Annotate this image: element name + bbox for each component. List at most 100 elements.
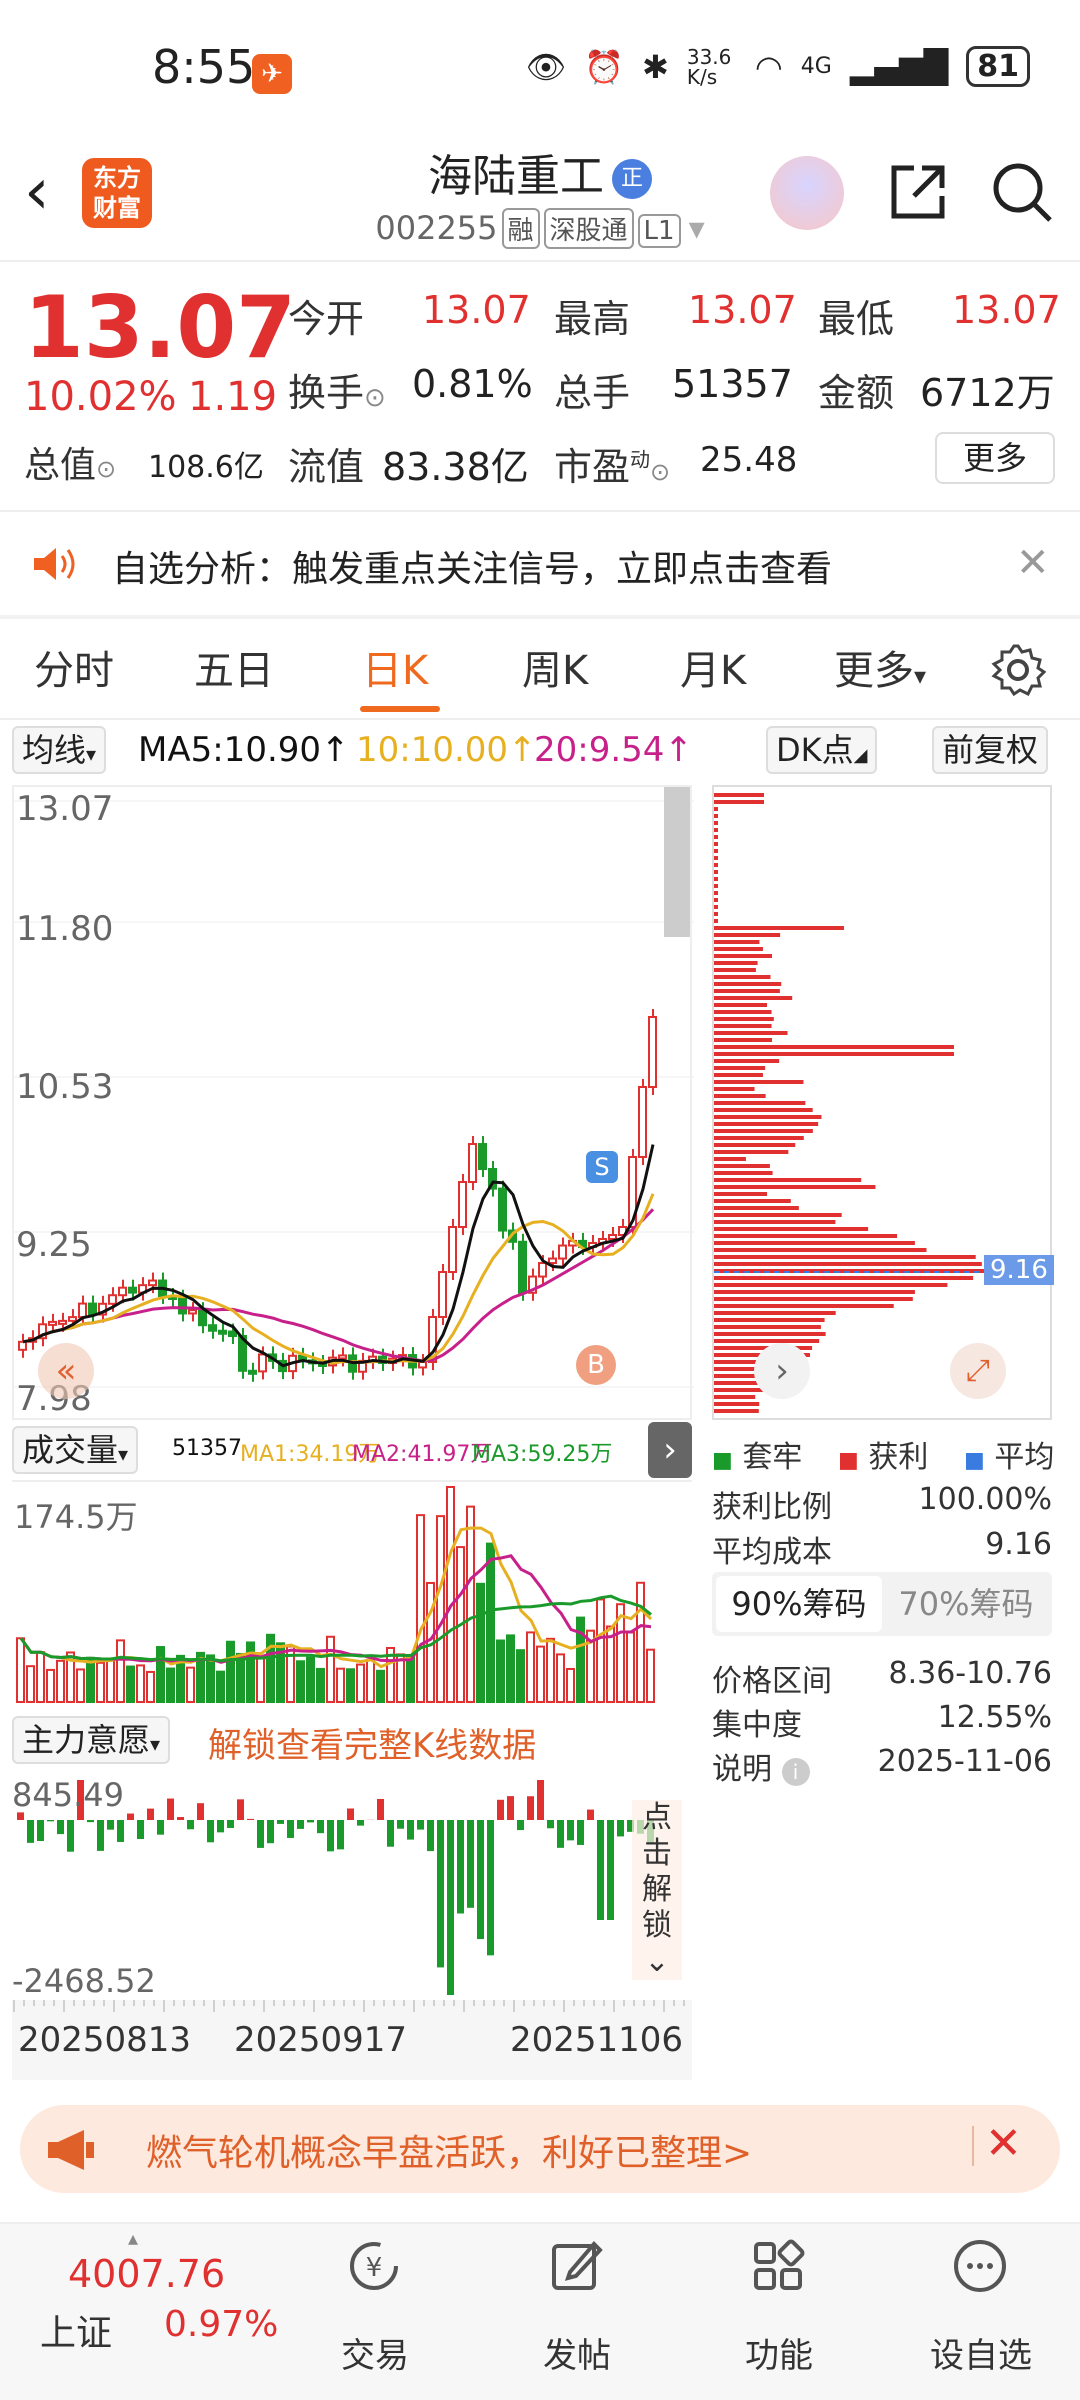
post-edit-icon[interactable] bbox=[546, 2236, 606, 2296]
avg-cost-tag: 9.16 bbox=[984, 1255, 1054, 1285]
adjust-button[interactable]: 前复权 bbox=[932, 726, 1049, 774]
tab-fenshi[interactable]: 分时 bbox=[34, 638, 114, 696]
profile-bar bbox=[714, 1255, 976, 1259]
settings-gear-icon[interactable] bbox=[990, 642, 1046, 698]
tab-chip-90[interactable]: 90%筹码 bbox=[716, 1576, 882, 1632]
signal-icon: ▂▄▆█ bbox=[849, 47, 949, 86]
tab-rik[interactable]: 日K bbox=[362, 638, 428, 696]
zhuli-bar bbox=[167, 1798, 174, 1820]
float-cap-label: 流值 bbox=[288, 445, 365, 489]
price-range-value: 8.36-10.76 bbox=[888, 1656, 1052, 1691]
profile-bar bbox=[714, 1409, 759, 1413]
banner-text[interactable]: 燃气轮机概念早盘活跃，利好已整理> bbox=[146, 2124, 752, 2176]
share-icon[interactable] bbox=[886, 160, 950, 224]
profile-bar bbox=[714, 828, 718, 832]
tab-wuri[interactable]: 五日 bbox=[194, 638, 274, 696]
volume-bar bbox=[86, 1656, 95, 1704]
robot-assistant-icon[interactable] bbox=[770, 156, 844, 230]
nav-function[interactable]: 功能 bbox=[714, 2328, 844, 2377]
price-range-label: 价格区间 bbox=[712, 1664, 832, 1699]
profile-bar bbox=[714, 856, 718, 860]
profile-bar bbox=[714, 1122, 819, 1126]
profile-bar bbox=[714, 1192, 768, 1196]
volume-bar bbox=[506, 1634, 515, 1703]
volume-bar bbox=[226, 1640, 235, 1704]
profile-bar bbox=[714, 947, 763, 951]
turnover-value: 0.81% bbox=[412, 362, 533, 406]
profile-bar bbox=[714, 968, 756, 972]
chevron-right-icon[interactable]: › bbox=[754, 1343, 810, 1399]
nav-post[interactable]: 发帖 bbox=[512, 2328, 642, 2377]
scrollbar-thumb[interactable] bbox=[664, 787, 690, 937]
alert-text[interactable]: 自选分析：触发重点关注信号，立即点击查看 bbox=[112, 540, 832, 592]
volume-bar bbox=[496, 1639, 505, 1703]
volume-select[interactable]: 成交量▾ bbox=[12, 1426, 139, 1474]
close-icon[interactable]: ✕ bbox=[985, 2118, 1022, 2169]
cost-profile-chart[interactable]: 9.16 › ⤢ bbox=[712, 785, 1054, 1420]
tab-more[interactable]: 更多▾ bbox=[834, 638, 926, 696]
unlock-button[interactable]: 点击解锁 ⌄ bbox=[632, 1800, 682, 1980]
buy-signal-badge[interactable]: B bbox=[576, 1345, 616, 1385]
volume-bar bbox=[446, 1486, 455, 1703]
scroll-left-icon[interactable]: « bbox=[38, 1343, 94, 1399]
nav-trade[interactable]: 交易 bbox=[310, 2328, 440, 2377]
profile-bar bbox=[714, 849, 718, 853]
unlock-kline-link[interactable]: 解锁查看完整K线数据 bbox=[208, 1718, 536, 1767]
volume-bar bbox=[326, 1635, 335, 1704]
candle-body bbox=[178, 1296, 187, 1315]
profile-bar bbox=[714, 1052, 954, 1056]
grid-function-icon[interactable] bbox=[748, 2236, 808, 2296]
dk-point-button[interactable]: DK点◢ bbox=[766, 726, 878, 774]
volume-bar bbox=[566, 1667, 575, 1703]
profile-bar bbox=[714, 940, 760, 944]
tab-chip-70[interactable]: 70%筹码 bbox=[884, 1576, 1048, 1632]
expand-panel-arrow[interactable]: › bbox=[648, 1422, 692, 1478]
tab-yuek[interactable]: 月K bbox=[680, 638, 746, 696]
profile-bar bbox=[714, 1129, 813, 1133]
chevron-down-icon: ▾ bbox=[86, 742, 97, 766]
volume-bar bbox=[236, 1652, 245, 1703]
close-icon[interactable]: ✕ bbox=[1016, 540, 1050, 586]
chevron-up-icon[interactable]: ▴ bbox=[128, 2226, 138, 2250]
zhuli-select[interactable]: 主力意愿▾ bbox=[12, 1716, 171, 1764]
zhuli-bar bbox=[337, 1820, 344, 1850]
index-value[interactable]: 4007.76 bbox=[68, 2252, 225, 2296]
legend-pingjun: ■ 平均 bbox=[964, 1440, 1055, 1475]
concentration-value: 12.55% bbox=[937, 1700, 1052, 1735]
zhuli-bar bbox=[257, 1820, 264, 1848]
nav-watchlist[interactable]: 设自选 bbox=[916, 2328, 1046, 2377]
zhuli-bar bbox=[507, 1796, 514, 1820]
volume-bar bbox=[36, 1651, 45, 1703]
profile-bar bbox=[714, 1164, 770, 1168]
more-button[interactable]: 更多 bbox=[935, 432, 1055, 484]
kline-svg bbox=[14, 800, 694, 1388]
info-icon: ⊙ bbox=[650, 458, 671, 486]
sell-signal-badge[interactable]: S bbox=[586, 1151, 618, 1183]
y-label-2: 11.80 bbox=[16, 909, 114, 949]
index-pct[interactable]: 0.97% bbox=[164, 2304, 278, 2345]
zhuli-bar bbox=[47, 1820, 54, 1822]
profile-bar bbox=[714, 1325, 821, 1329]
index-name[interactable]: 上证 bbox=[40, 2304, 112, 2356]
zhuli-bar bbox=[447, 1820, 454, 1995]
search-icon[interactable] bbox=[990, 160, 1054, 224]
add-watchlist-icon[interactable] bbox=[950, 2236, 1010, 2296]
status-icons: 👁 ⏰ ✱ 33.6 K/s ◠ 4G ▂▄▆█ 81 bbox=[526, 46, 1030, 87]
avg-cost-value: 9.16 bbox=[985, 1527, 1052, 1562]
zhuli-chart[interactable]: 845.49 -2468.52 点击解锁 ⌄ bbox=[12, 1770, 692, 2000]
date-axis: 20250813 20250917 20251106 bbox=[12, 2000, 692, 2080]
expand-icon[interactable]: ⤢ bbox=[950, 1343, 1006, 1399]
trade-icon[interactable]: ¥ bbox=[344, 2236, 404, 2296]
tab-zhouk[interactable]: 周K bbox=[522, 638, 588, 696]
zhuli-bar bbox=[617, 1820, 624, 1837]
change-amount: 1.19 bbox=[188, 374, 278, 420]
indicator-select[interactable]: 均线▾ bbox=[12, 726, 107, 774]
volume-bar bbox=[46, 1668, 55, 1704]
y-label-4: 9.25 bbox=[16, 1225, 92, 1265]
network-type: 4G bbox=[800, 54, 832, 79]
kline-chart[interactable]: 13.07 11.80 10.53 9.25 7.98 S B « bbox=[12, 785, 694, 1420]
volume-chart[interactable]: 174.5万 bbox=[12, 1480, 692, 1708]
volume-bar bbox=[536, 1645, 545, 1704]
profile-bar bbox=[714, 821, 718, 825]
volume-bar bbox=[106, 1659, 115, 1704]
